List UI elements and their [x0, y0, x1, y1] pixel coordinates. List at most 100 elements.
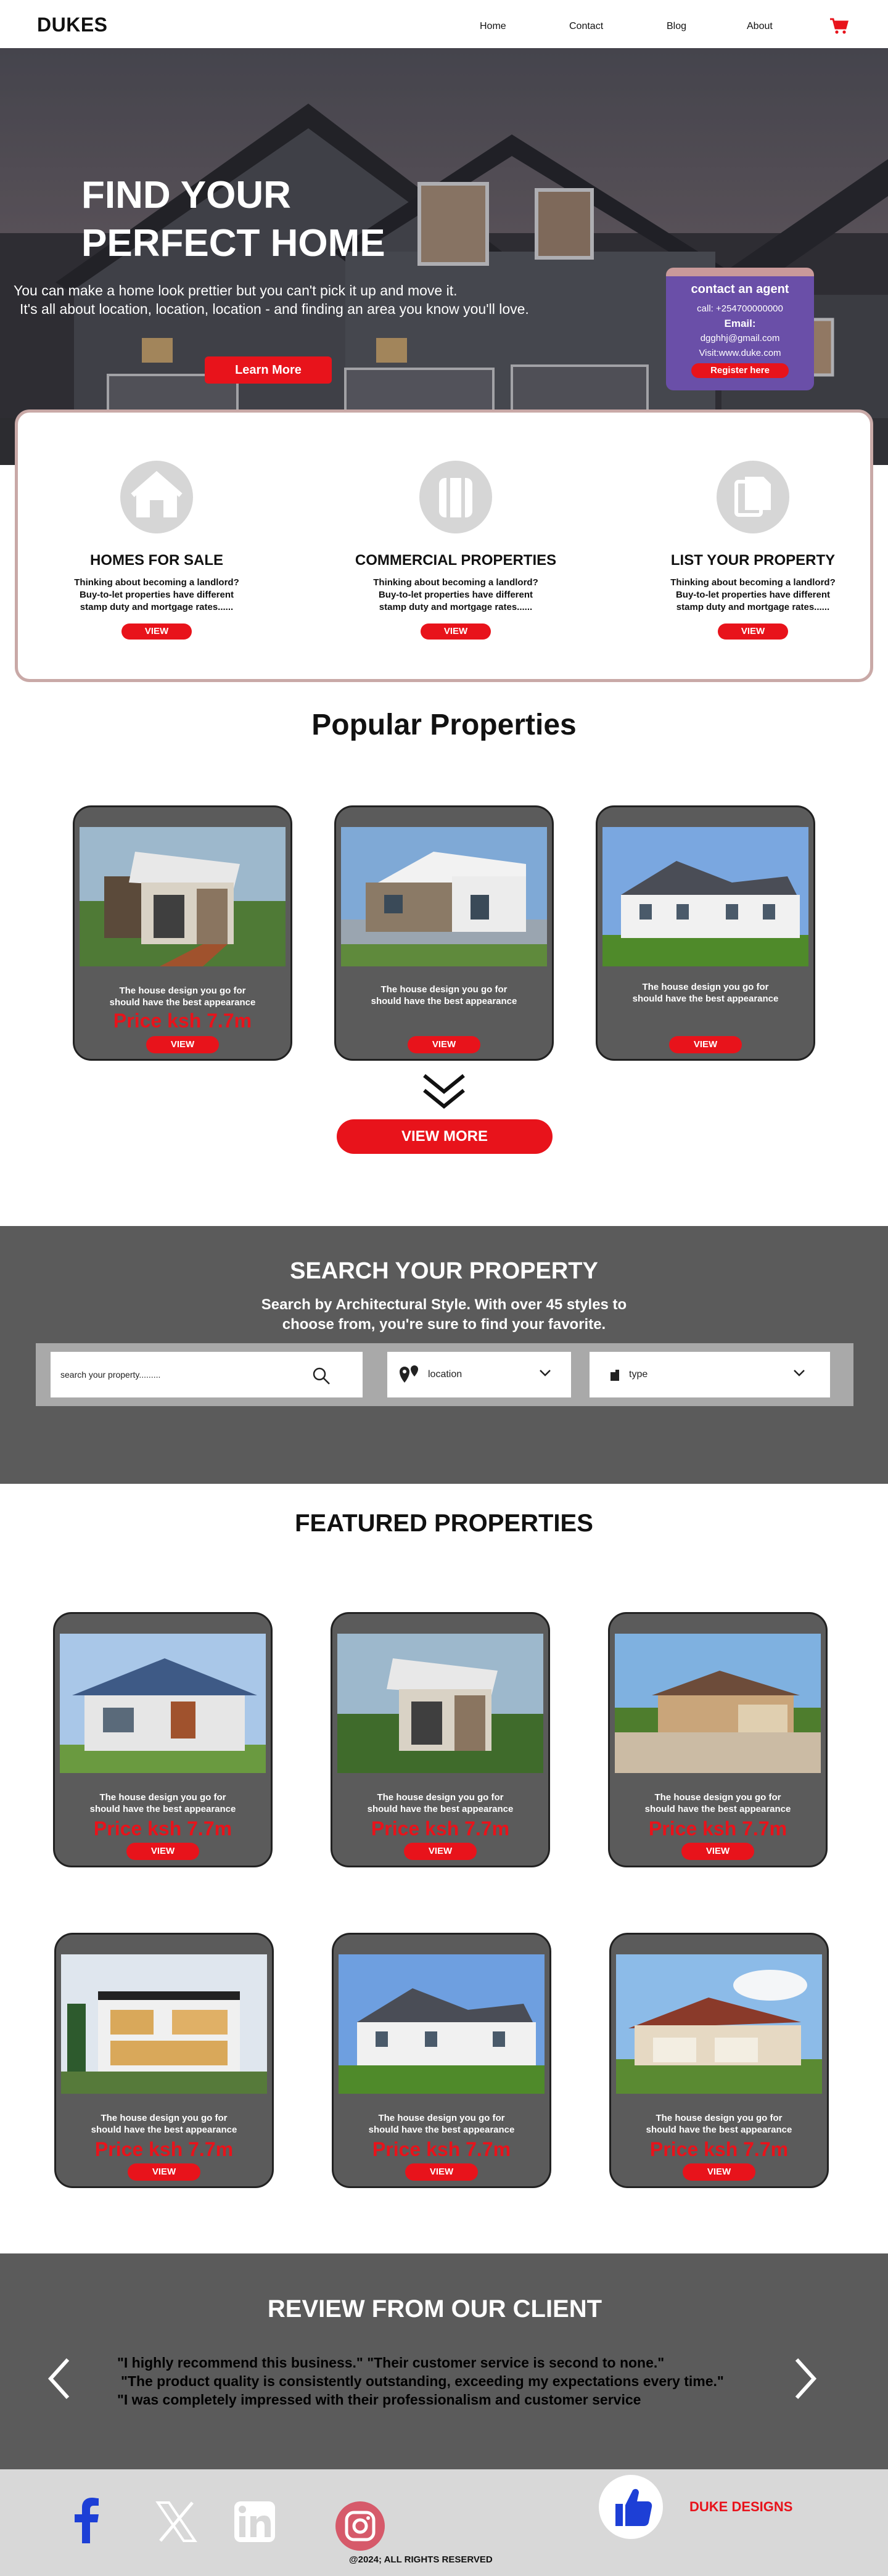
chevron-down-icon [540, 1370, 551, 1376]
property-view-button[interactable]: VIEW [683, 2163, 755, 2181]
property-card[interactable]: The house design you go for should have t… [73, 805, 292, 1061]
service-description-line: Thinking about becoming a landlord? [670, 577, 836, 588]
property-price: Price ksh 7.7m [371, 1817, 510, 1840]
caption-line: The house design you go for [378, 2113, 505, 2123]
property-view-button[interactable]: VIEW [681, 1843, 754, 1860]
service-description-line: Buy-to-let properties have different [79, 590, 234, 600]
facebook-icon[interactable] [73, 2498, 100, 2543]
property-photo [61, 1954, 267, 2094]
hero-subtitle-line2: It's all about location, location, locat… [20, 301, 529, 317]
property-card[interactable]: The house design you go for should have t… [608, 1612, 828, 1867]
property-caption: The house design you go for should have t… [332, 1792, 548, 1815]
search-subtitle-line: choose from, you're sure to find your fa… [282, 1316, 606, 1333]
thumbs-up-icon [599, 2475, 663, 2539]
property-price: Price ksh 7.7m [113, 1010, 252, 1032]
property-caption: The house design you go for should have t… [55, 1792, 271, 1815]
service-view-button[interactable]: VIEW [121, 623, 192, 640]
caption-line: The house design you go for [654, 1792, 781, 1803]
search-input[interactable]: search your property......... [51, 1352, 363, 1397]
property-photo [615, 1634, 821, 1773]
service-description: Thinking about becoming a landlord? Buy-… [46, 577, 268, 614]
location-label: location [428, 1369, 462, 1380]
service-title: HOMES FOR SALE [89, 552, 223, 569]
caption-line: should have the best appearance [644, 1804, 791, 1814]
caption-line: The house design you go for [101, 2113, 228, 2123]
service-description-line: stamp duty and mortgage rates...... [80, 602, 234, 612]
property-photo [60, 1634, 266, 1773]
chevron-left-icon[interactable] [47, 2357, 72, 2400]
property-caption: The house design you go for should have t… [75, 985, 290, 1008]
service-view-button[interactable]: VIEW [421, 623, 491, 640]
property-caption: The house design you go for should have t… [336, 984, 552, 1007]
property-card[interactable]: The house design you go for should have t… [332, 1933, 551, 2188]
house-icon [120, 461, 193, 533]
featured-heading: FEATURED PROPERTIES [295, 1510, 593, 1537]
service-description-line: stamp duty and mortgage rates...... [379, 602, 533, 612]
footer: DUKE DESIGNS @2024; ALL RIGHTS RESERVED [0, 2469, 888, 2576]
property-view-button[interactable]: VIEW [408, 1036, 480, 1053]
property-view-button[interactable]: VIEW [146, 1036, 219, 1053]
caption-line: should have the best appearance [91, 2125, 237, 2135]
review-quote: "I highly recommend this business." "The… [117, 2355, 665, 2371]
nav-home[interactable]: Home [480, 21, 569, 32]
caption-line: The house design you go for [642, 982, 769, 992]
service-description: Thinking about becoming a landlord? Buy-… [345, 577, 567, 614]
caption-line: should have the best appearance [367, 1804, 514, 1814]
search-icon[interactable] [312, 1367, 331, 1385]
property-photo [341, 827, 547, 966]
nav-about[interactable]: About [747, 21, 784, 32]
property-price: Price ksh 7.7m [648, 1817, 787, 1840]
service-description-line: Buy-to-let properties have different [675, 590, 831, 600]
caption-line: should have the best appearance [109, 997, 256, 1008]
x-icon[interactable] [155, 2501, 197, 2542]
nav-blog[interactable]: Blog [667, 21, 747, 32]
service-description-line: Buy-to-let properties have different [378, 590, 533, 600]
property-card[interactable]: The house design you go for should have t… [596, 805, 815, 1061]
logo[interactable]: DUKES [37, 14, 108, 36]
register-button[interactable]: Register here [691, 363, 789, 378]
hero-title-line2: PERFECT HOME [81, 222, 385, 265]
property-card[interactable]: The house design you go for should have t… [334, 805, 554, 1061]
nav-contact[interactable]: Contact [569, 21, 667, 32]
location-pin-icon [400, 1365, 418, 1383]
linkedin-icon[interactable] [234, 2501, 275, 2542]
view-more-button[interactable]: VIEW MORE [337, 1119, 553, 1154]
review-heading: REVIEW FROM OUR CLIENT [267, 2295, 602, 2323]
learn-more-button[interactable]: Learn More [205, 356, 332, 384]
property-view-button[interactable]: VIEW [126, 1843, 199, 1860]
property-caption: The house design you go for should have t… [611, 2112, 827, 2136]
property-price: Price ksh 7.7m [93, 1817, 232, 1840]
caption-line: should have the best appearance [632, 994, 779, 1004]
agent-phone[interactable]: call: +254700000000 [666, 302, 814, 316]
building-type-icon [610, 1370, 619, 1381]
hero-title: FIND YOUR PERFECT HOME [81, 171, 513, 268]
agent-website[interactable]: Visit:www.duke.com [666, 346, 814, 361]
search-placeholder: search your property......... [60, 1370, 161, 1380]
caption-line: should have the best appearance [646, 2125, 792, 2135]
service-homes-for-sale: HOMES FOR SALE Thinking about becoming a… [46, 413, 268, 640]
nav-links: Home Contact Blog About [480, 21, 784, 32]
property-card[interactable]: The house design you go for should have t… [54, 1933, 274, 2188]
cart-icon[interactable] [829, 17, 849, 35]
property-card[interactable]: The house design you go for should have t… [609, 1933, 829, 2188]
property-card[interactable]: The house design you go for should have t… [53, 1612, 273, 1867]
instagram-icon[interactable] [335, 2501, 385, 2551]
property-caption: The house design you go for should have t… [598, 981, 813, 1005]
services-panel: HOMES FOR SALE Thinking about becoming a… [15, 409, 873, 682]
property-caption: The house design you go for should have t… [334, 2112, 549, 2136]
property-view-button[interactable]: VIEW [669, 1036, 742, 1053]
property-card[interactable]: The house design you go for should have t… [331, 1612, 550, 1867]
caption-line: The house design you go for [380, 984, 508, 995]
service-description: Thinking about becoming a landlord? Buy-… [642, 577, 864, 614]
property-caption: The house design you go for should have t… [56, 2112, 272, 2136]
property-view-button[interactable]: VIEW [404, 1843, 477, 1860]
property-view-button[interactable]: VIEW [128, 2163, 200, 2181]
double-chevron-down-icon[interactable] [422, 1073, 466, 1110]
agent-email[interactable]: dgghhj@gmail.com [666, 331, 814, 346]
service-view-button[interactable]: VIEW [718, 623, 788, 640]
property-view-button[interactable]: VIEW [405, 2163, 478, 2181]
hero-title-line1: FIND YOUR [81, 174, 291, 216]
property-price: Price ksh 7.7m [372, 2138, 511, 2160]
location-select[interactable]: location [387, 1352, 571, 1397]
type-select[interactable]: type [590, 1352, 830, 1397]
